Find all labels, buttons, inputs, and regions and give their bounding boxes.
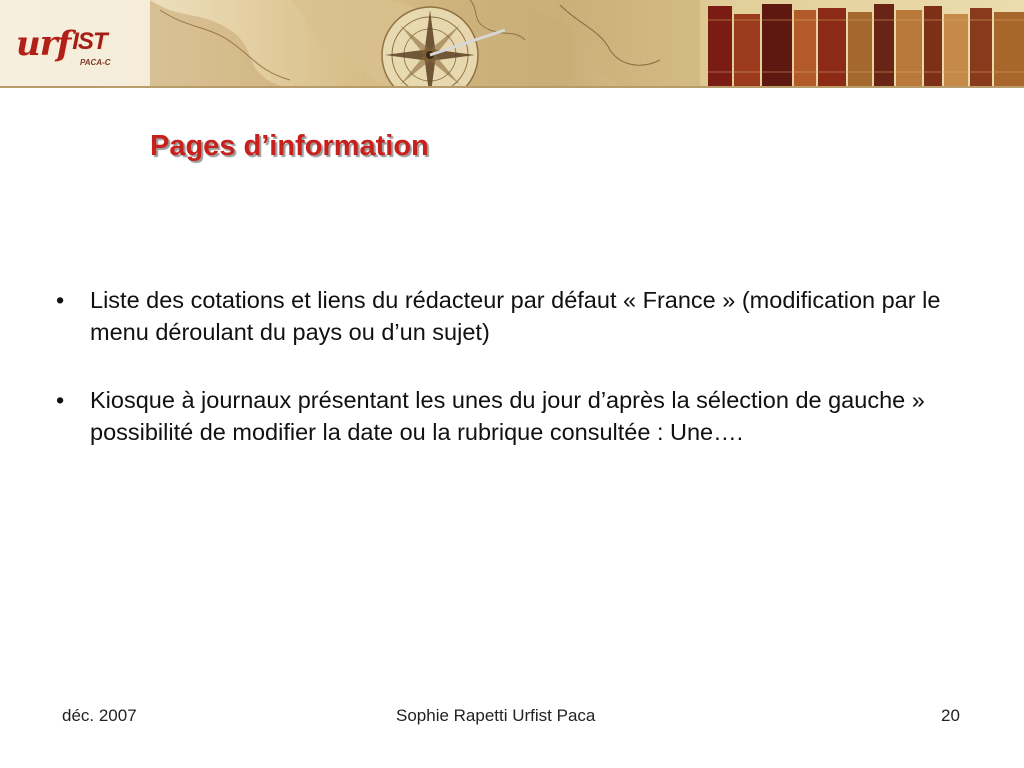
banner-artwork bbox=[0, 0, 1024, 86]
slide: urfIST PACA-C Pages d’information • List… bbox=[0, 0, 1024, 768]
bullet-list: • Liste des cotations et liens du rédact… bbox=[56, 284, 966, 484]
list-item: • Kiosque à journaux présentant les unes… bbox=[56, 384, 966, 448]
bullet-icon: • bbox=[56, 287, 65, 313]
footer-date: déc. 2007 bbox=[62, 706, 137, 725]
logo-main: urf bbox=[16, 24, 71, 64]
bullet-text: Kiosque à journaux présentant les unes d… bbox=[90, 387, 925, 445]
logo-accent: IST bbox=[72, 28, 107, 55]
bullet-text: Liste des cotations et liens du rédacteu… bbox=[90, 287, 941, 345]
footer-author: Sophie Rapetti Urfist Paca bbox=[396, 706, 596, 725]
urfist-logo: urfIST PACA-C bbox=[6, 6, 136, 76]
slide-title: Pages d’information bbox=[150, 130, 429, 162]
bullet-icon: • bbox=[56, 387, 65, 413]
header-banner: urfIST PACA-C bbox=[0, 0, 1024, 88]
books-illustration bbox=[708, 4, 1024, 86]
compass-rose-icon bbox=[381, 6, 506, 86]
list-item: • Liste des cotations et liens du rédact… bbox=[56, 284, 966, 348]
slide-number: 20 bbox=[941, 706, 960, 725]
logo-subtitle: PACA-C bbox=[80, 58, 111, 67]
